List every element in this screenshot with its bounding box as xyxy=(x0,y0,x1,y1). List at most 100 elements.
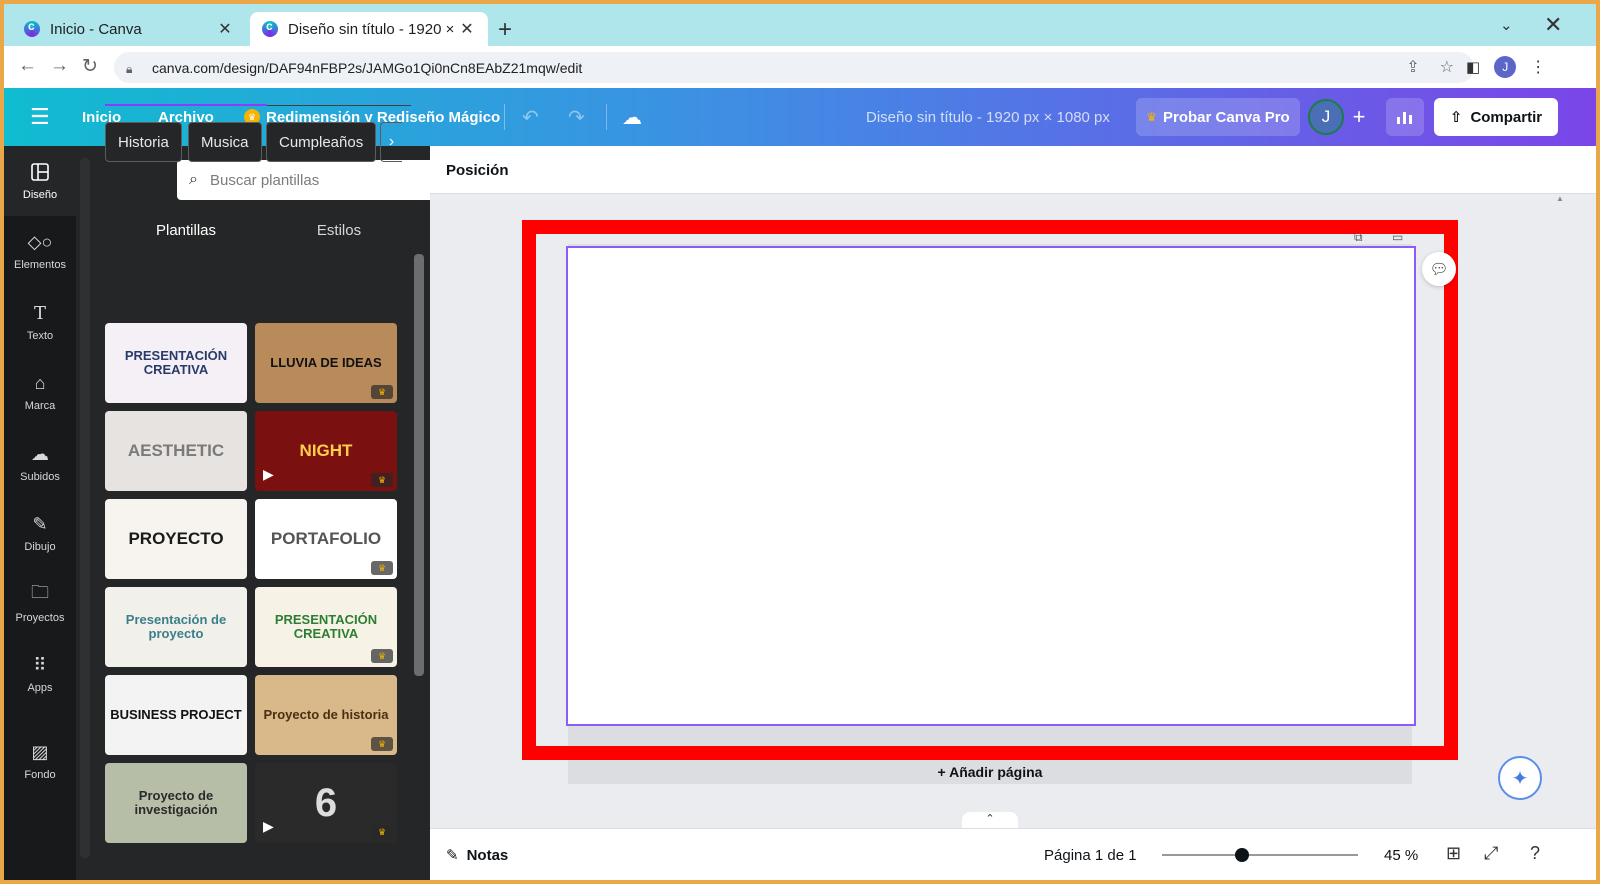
template-thumbnail[interactable]: 6 ▶ ♛ xyxy=(255,763,397,843)
add-page-icon[interactable]: ▭ xyxy=(1392,230,1403,244)
rail-label: Apps xyxy=(27,682,53,694)
rail-item-apps[interactable]: ⠿ Apps xyxy=(4,639,76,709)
url-text: canva.com/design/DAF94nFBP2s/JAMGo1Qi0nC… xyxy=(152,59,583,76)
canva-favicon-icon xyxy=(262,19,278,37)
position-button[interactable]: Posición xyxy=(446,146,509,194)
fullscreen-icon[interactable]: ⤢ xyxy=(1484,843,1498,864)
template-thumbnail[interactable]: PRESENTACIÓN CREATIVA ♛ xyxy=(255,587,397,667)
tab-plantillas[interactable]: Plantillas xyxy=(105,210,267,250)
tab-estilos[interactable]: Estilos xyxy=(267,210,411,250)
rail-item-fondo[interactable]: ▨ Fondo xyxy=(4,726,76,796)
page-indicator[interactable]: Página 1 de 1 xyxy=(1044,829,1137,880)
template-title: NIGHT xyxy=(299,441,353,461)
grid-view-icon[interactable]: ⊞ xyxy=(1446,843,1461,864)
rail-item-subidos[interactable]: ☁ Subidos xyxy=(4,428,76,498)
design-title[interactable]: Diseño sin título - 1920 px × 1080 px xyxy=(866,88,1110,146)
play-icon: ▶ xyxy=(263,466,274,482)
divider xyxy=(504,104,505,130)
forward-icon[interactable]: → xyxy=(50,55,69,77)
context-toolbar: Posición xyxy=(430,146,1596,194)
redo-icon[interactable]: ↷ xyxy=(568,88,585,146)
play-icon: ▶ xyxy=(263,818,274,834)
template-thumbnail[interactable]: PORTAFOLIO ♛ xyxy=(255,499,397,579)
template-thumbnail[interactable]: AESTHETIC xyxy=(105,411,247,491)
try-pro-button[interactable]: ♛ Probar Canva Pro xyxy=(1136,98,1300,136)
share-page-icon[interactable]: ⇪ xyxy=(1406,57,1419,77)
tab-underline xyxy=(105,104,267,106)
upload-icon: ☁ xyxy=(31,443,49,464)
rail-item-elementos[interactable]: ◇○ Elementos xyxy=(4,216,76,286)
search-input[interactable]: Buscar plantillas xyxy=(210,172,445,189)
divider xyxy=(606,104,607,130)
template-thumbnail[interactable]: LLUVIA DE IDEAS ♛ xyxy=(255,323,397,403)
zoom-slider-handle[interactable] xyxy=(1235,848,1249,862)
show-pages-chevron-icon[interactable]: ⌃ xyxy=(962,812,1018,828)
zoom-percentage[interactable]: 45 % xyxy=(1384,829,1418,880)
pro-crown-icon: ♛ xyxy=(371,385,393,399)
shapes-icon: ◇○ xyxy=(27,231,53,252)
scroll-up-icon[interactable]: ▲ xyxy=(1556,194,1564,203)
template-thumbnail[interactable]: NIGHT ▶ ♛ xyxy=(255,411,397,491)
duplicate-page-icon[interactable]: ⧉ xyxy=(1354,230,1363,245)
draw-icon: ✎ xyxy=(32,513,48,534)
hamburger-icon[interactable]: ☰ xyxy=(30,88,50,146)
template-thumbnail[interactable]: PRESENTACIÓN CREATIVA xyxy=(105,323,247,403)
rail-item-marca[interactable]: ⌂ Marca xyxy=(4,357,76,427)
tab-design[interactable]: Diseño sin título - 1920 × ✕ xyxy=(250,12,488,46)
highlight-annotation xyxy=(522,220,1458,760)
magic-sparkle-icon[interactable]: ✦ xyxy=(1498,756,1542,800)
template-title: LLUVIA DE IDEAS xyxy=(270,355,382,371)
template-thumbnail[interactable]: BUSINESS PROJECT xyxy=(105,675,247,755)
help-icon[interactable]: ? xyxy=(1530,843,1540,864)
rail-item-proyectos[interactable]: 🗀︎ Proyectos xyxy=(4,569,76,639)
panel-scrollbar[interactable] xyxy=(414,254,424,676)
tab-inicio[interactable]: Inicio - Canva ✕ xyxy=(12,12,246,46)
back-icon[interactable]: ← xyxy=(18,55,37,77)
browser-menu-icon[interactable]: ⋮ xyxy=(1530,57,1546,77)
invite-plus-icon[interactable]: + xyxy=(1346,104,1372,130)
template-title: AESTHETIC xyxy=(127,441,225,461)
share-button[interactable]: ⇧ Compartir xyxy=(1434,98,1558,136)
background-icon: ▨ xyxy=(31,741,49,762)
template-thumbnail[interactable]: Proyecto de historia ♛ xyxy=(255,675,397,755)
notes-button[interactable]: ✎ Notas xyxy=(446,829,508,880)
bookmark-star-icon[interactable]: ☆ xyxy=(1440,57,1454,77)
rail-label: Subidos xyxy=(20,471,60,483)
chevron-right-icon[interactable]: › xyxy=(380,122,402,162)
tab-search-icon[interactable]: ⌄ xyxy=(1500,16,1513,34)
rail-item-dibujo[interactable]: ✎ Dibujo xyxy=(4,498,76,568)
brand-icon: ⌂ xyxy=(34,372,46,393)
rail-item-texto[interactable]: T Texto xyxy=(4,287,76,357)
tab-strip: Inicio - Canva ✕ Diseño sin título - 192… xyxy=(4,4,1596,46)
comment-icon[interactable]: 💬︎ xyxy=(1422,252,1456,286)
new-tab-button[interactable]: + xyxy=(498,16,512,44)
reload-icon[interactable]: ↻ xyxy=(82,55,98,78)
zoom-slider[interactable] xyxy=(1162,848,1358,862)
layout-icon xyxy=(28,161,52,183)
insights-chart-icon[interactable] xyxy=(1386,98,1424,136)
window-close-icon[interactable]: ✕ xyxy=(1544,12,1562,38)
rail-label: Proyectos xyxy=(15,612,65,624)
template-thumbnail[interactable]: PROYECTO xyxy=(105,499,247,579)
rail-item-diseno[interactable]: Diseño xyxy=(4,146,76,216)
undo-icon[interactable]: ↶ xyxy=(522,88,539,146)
rail-label: Diseño xyxy=(22,189,58,201)
template-title: BUSINESS PROJECT xyxy=(110,707,242,723)
template-thumbnail[interactable]: Presentación de proyecto xyxy=(105,587,247,667)
close-tab-icon[interactable]: ✕ xyxy=(458,19,476,39)
template-title: PROYECTO xyxy=(128,529,224,549)
tab-divider xyxy=(267,105,411,106)
chip-historia[interactable]: Historia xyxy=(105,122,182,162)
cloud-saved-icon[interactable]: ☁ xyxy=(622,88,642,146)
chip-cumpleanos[interactable]: Cumpleaños xyxy=(266,122,377,162)
template-thumbnail[interactable]: Proyecto de investigación xyxy=(105,763,247,843)
profile-avatar[interactable]: J xyxy=(1494,56,1517,78)
url-field[interactable]: 🔒︎ canva.com/design/DAF94nFBP2s/JAMGo1Qi… xyxy=(114,52,1474,83)
chip-musica[interactable]: Musica xyxy=(188,122,262,162)
notes-label: Notas xyxy=(466,846,509,864)
user-avatar[interactable]: J xyxy=(1308,99,1344,135)
rail-label: Elementos xyxy=(14,259,66,271)
add-page-button[interactable]: + Añadir página xyxy=(568,748,1412,786)
side-panel-icon[interactable]: ◧ xyxy=(1466,58,1480,76)
close-tab-icon[interactable]: ✕ xyxy=(216,19,234,39)
